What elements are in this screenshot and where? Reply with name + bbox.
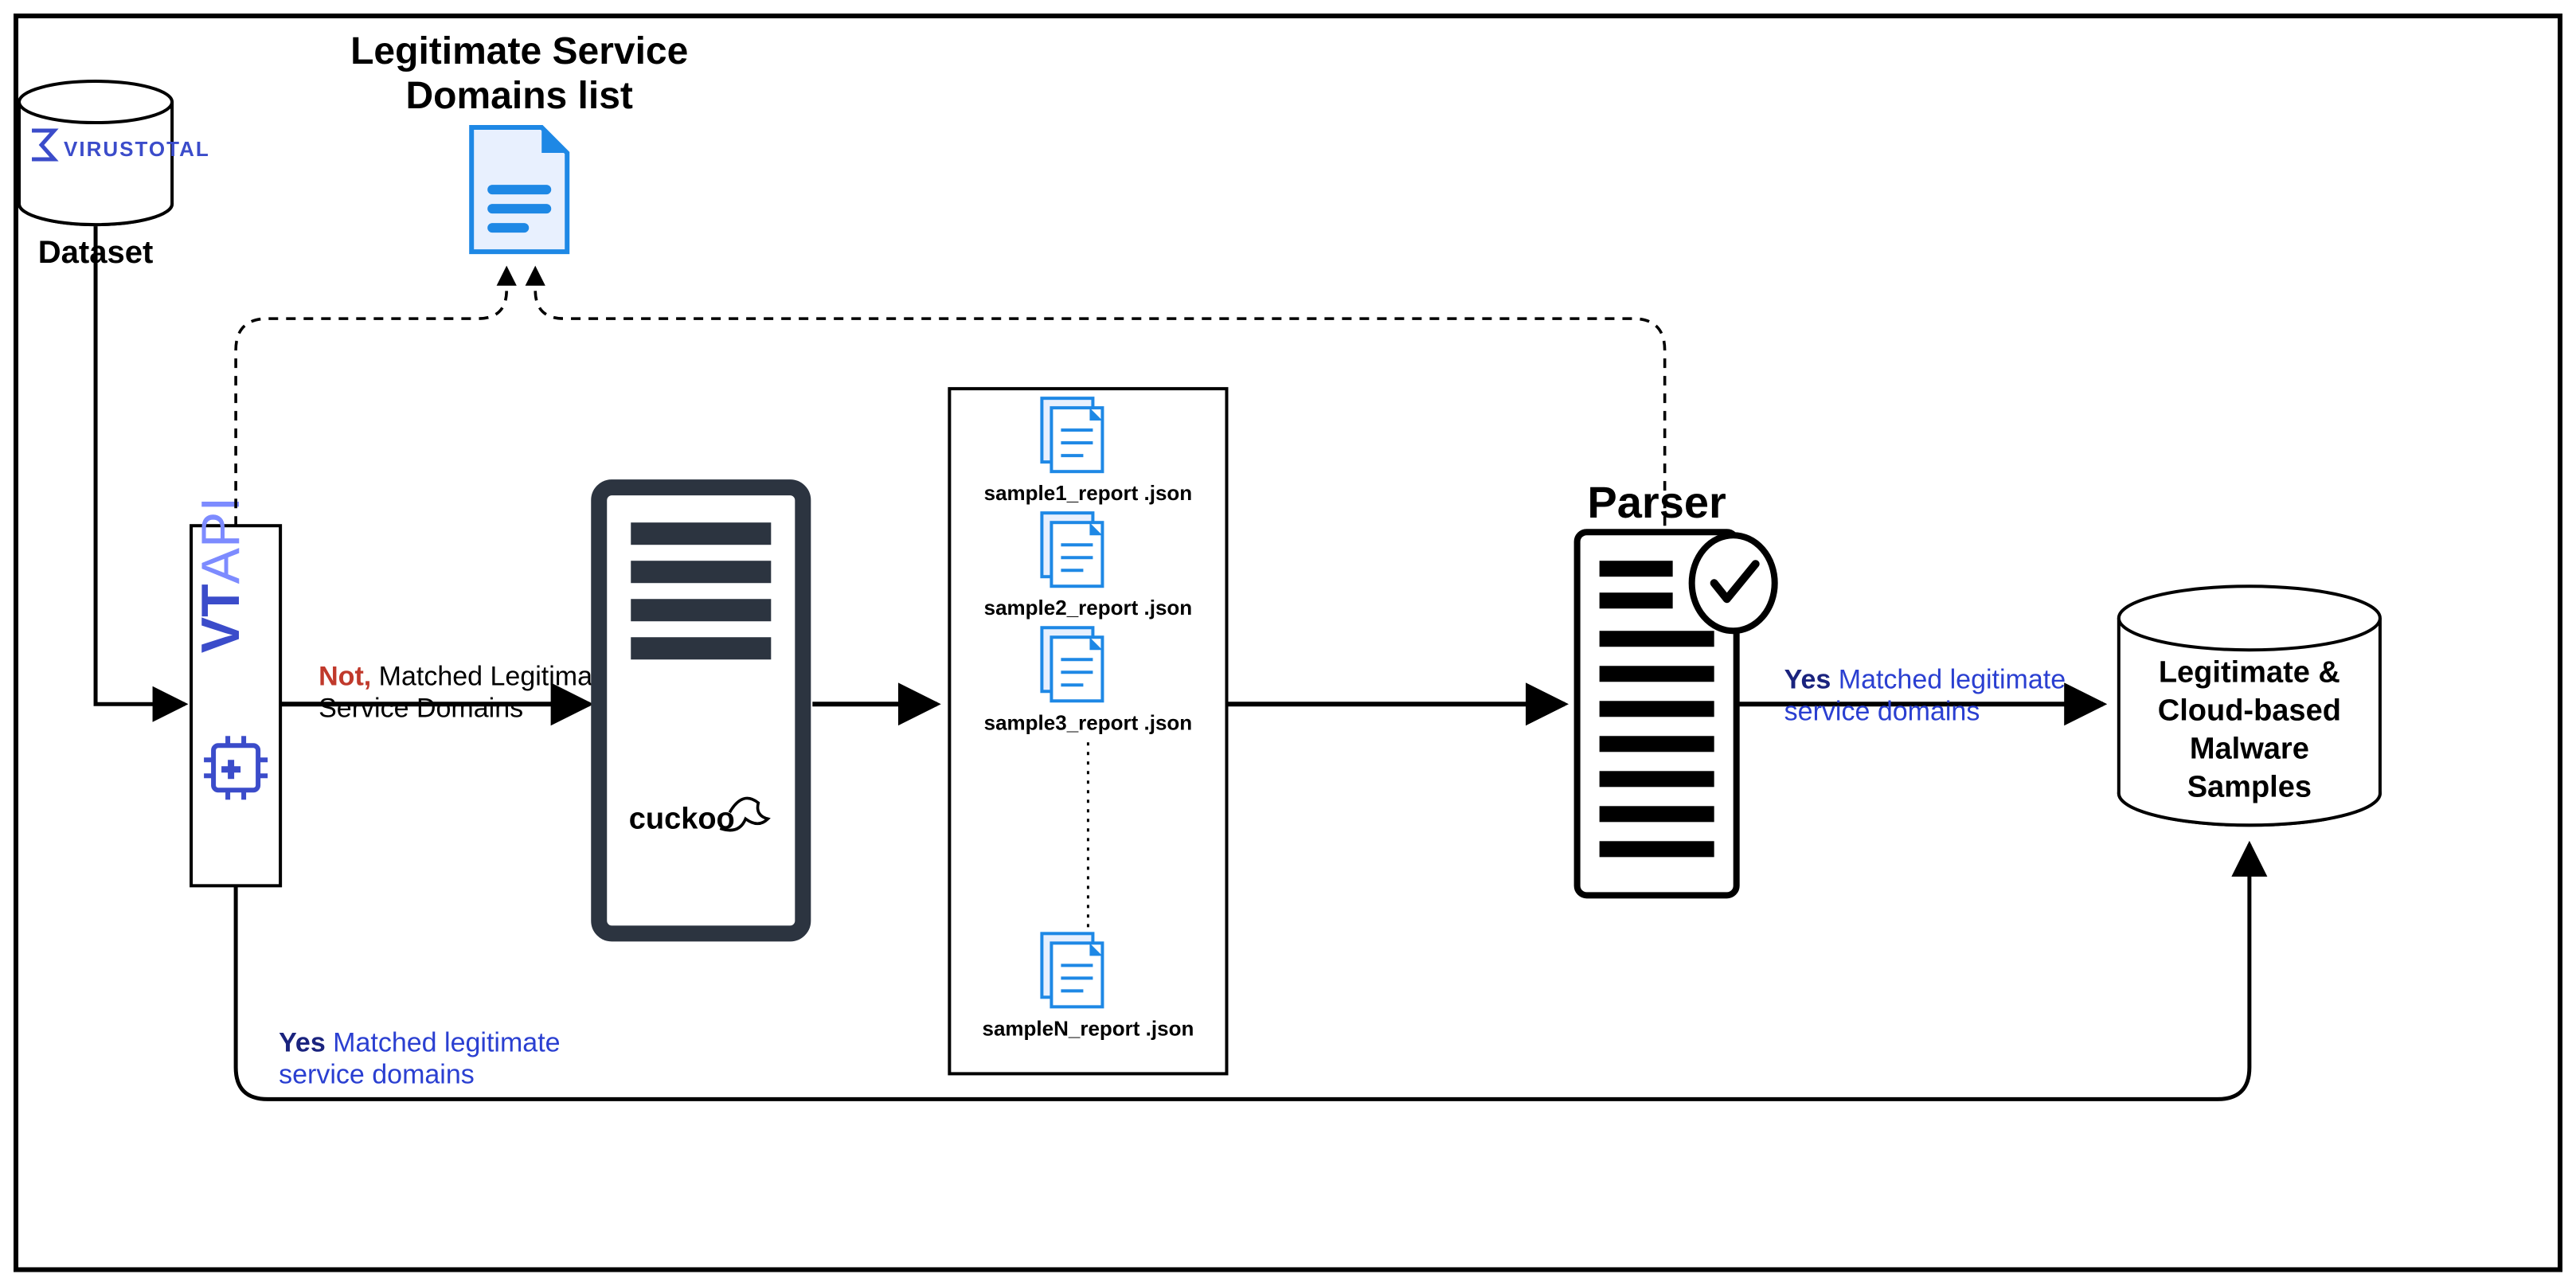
cuckoo-label: cuckoo (629, 802, 735, 835)
svg-text:VTAPI: VTAPI (190, 497, 251, 654)
vtapi-node: VTAPI (190, 497, 280, 886)
file-icon (1042, 933, 1102, 1007)
parser-title: Parser (1587, 477, 1726, 527)
file-icon (1042, 398, 1102, 471)
parser-node: Parser (1577, 477, 1775, 895)
edge-vtapi-output-label: Yes Matched legitimate service domains (279, 1027, 568, 1089)
domains-list-node: Legitimate Service Domains list (350, 30, 688, 252)
diagram-canvas: VIRUSTOTAL Dataset VTAPI Legitimate Serv… (0, 0, 2576, 1285)
domains-list-title-2: Domains list (406, 75, 633, 117)
dataset-brand: VIRUSTOTAL (64, 137, 210, 161)
domains-list-title-1: Legitimate Service (350, 30, 688, 72)
edge-vtapi-cuckoo-label: Not, Matched Legitimate Service Domains (319, 661, 623, 723)
output-line1: Legitimate & (2159, 655, 2340, 689)
edge-vtapi-domains (236, 268, 506, 526)
reports-node: sample1_report .json sample2_report .jso… (949, 389, 1226, 1073)
vtapi-gear-icon (204, 736, 268, 799)
output-node: Legitimate & Cloud-based Malware Samples (2119, 586, 2380, 825)
report2-label: sample2_report .json (984, 596, 1193, 620)
reportN-label: sampleN_report .json (982, 1016, 1194, 1040)
file-icon (1042, 627, 1102, 701)
edge-vtapi-output (236, 844, 2250, 1099)
cuckoo-node: cuckoo (599, 487, 803, 933)
edge-parser-output-label: Yes Matched legitimate service domains (1784, 664, 2074, 726)
edge-dataset-vtapi (96, 226, 185, 704)
report1-label: sample1_report .json (984, 481, 1193, 505)
report3-label: sample3_report .json (984, 710, 1193, 734)
output-line4: Samples (2187, 770, 2312, 803)
document-icon (471, 127, 567, 252)
output-line3: Malware (2190, 732, 2309, 765)
file-icon (1042, 513, 1102, 586)
check-icon (1692, 535, 1775, 631)
output-line2: Cloud-based (2158, 694, 2341, 727)
dataset-node: VIRUSTOTAL Dataset (19, 81, 210, 270)
